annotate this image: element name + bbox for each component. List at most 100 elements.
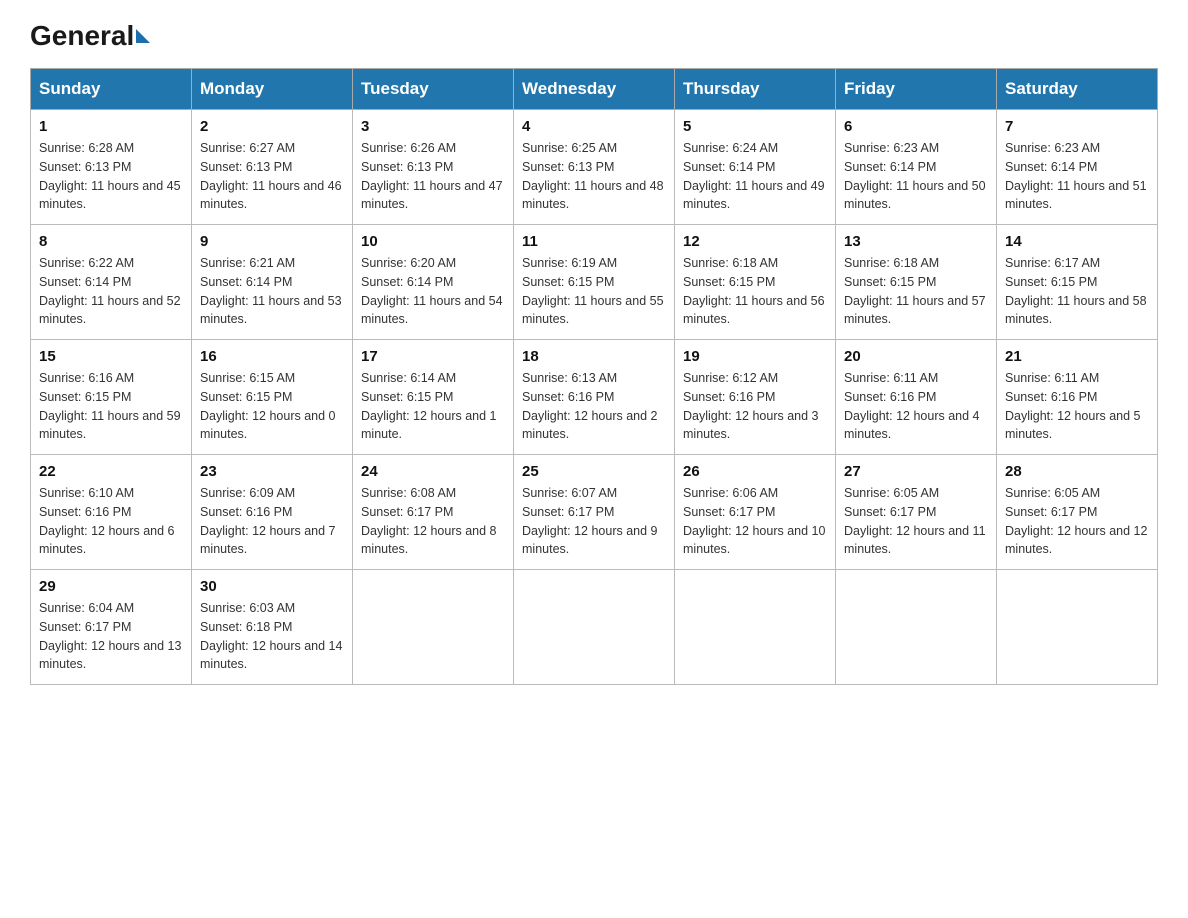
calendar-cell: 19 Sunrise: 6:12 AMSunset: 6:16 PMDayligh…: [675, 340, 836, 455]
calendar-cell: 17 Sunrise: 6:14 AMSunset: 6:15 PMDayligh…: [353, 340, 514, 455]
day-info: Sunrise: 6:28 AMSunset: 6:13 PMDaylight:…: [39, 139, 183, 214]
day-number: 28: [1005, 463, 1149, 480]
day-info: Sunrise: 6:24 AMSunset: 6:14 PMDaylight:…: [683, 139, 827, 214]
day-number: 18: [522, 348, 666, 365]
calendar-cell: [997, 570, 1158, 685]
day-number: 26: [683, 463, 827, 480]
day-info: Sunrise: 6:06 AMSunset: 6:17 PMDaylight:…: [683, 484, 827, 559]
day-info: Sunrise: 6:04 AMSunset: 6:17 PMDaylight:…: [39, 599, 183, 674]
day-number: 24: [361, 463, 505, 480]
header-wednesday: Wednesday: [514, 69, 675, 110]
calendar-cell: [514, 570, 675, 685]
day-info: Sunrise: 6:12 AMSunset: 6:16 PMDaylight:…: [683, 369, 827, 444]
day-number: 20: [844, 348, 988, 365]
day-info: Sunrise: 6:20 AMSunset: 6:14 PMDaylight:…: [361, 254, 505, 329]
day-number: 9: [200, 233, 344, 250]
calendar-cell: 22 Sunrise: 6:10 AMSunset: 6:16 PMDayligh…: [31, 455, 192, 570]
weekday-header-row: Sunday Monday Tuesday Wednesday Thursday…: [31, 69, 1158, 110]
calendar-week-row: 8 Sunrise: 6:22 AMSunset: 6:14 PMDaylight…: [31, 225, 1158, 340]
day-number: 6: [844, 118, 988, 135]
logo-general: General: [30, 20, 150, 52]
day-info: Sunrise: 6:03 AMSunset: 6:18 PMDaylight:…: [200, 599, 344, 674]
day-info: Sunrise: 6:11 AMSunset: 6:16 PMDaylight:…: [1005, 369, 1149, 444]
header-friday: Friday: [836, 69, 997, 110]
calendar-week-row: 1 Sunrise: 6:28 AMSunset: 6:13 PMDaylight…: [31, 110, 1158, 225]
day-info: Sunrise: 6:10 AMSunset: 6:16 PMDaylight:…: [39, 484, 183, 559]
day-info: Sunrise: 6:14 AMSunset: 6:15 PMDaylight:…: [361, 369, 505, 444]
calendar-table: Sunday Monday Tuesday Wednesday Thursday…: [30, 68, 1158, 685]
calendar-cell: [675, 570, 836, 685]
day-number: 16: [200, 348, 344, 365]
day-info: Sunrise: 6:23 AMSunset: 6:14 PMDaylight:…: [1005, 139, 1149, 214]
day-info: Sunrise: 6:21 AMSunset: 6:14 PMDaylight:…: [200, 254, 344, 329]
calendar-cell: 23 Sunrise: 6:09 AMSunset: 6:16 PMDayligh…: [192, 455, 353, 570]
day-info: Sunrise: 6:23 AMSunset: 6:14 PMDaylight:…: [844, 139, 988, 214]
calendar-cell: [836, 570, 997, 685]
calendar-cell: 12 Sunrise: 6:18 AMSunset: 6:15 PMDayligh…: [675, 225, 836, 340]
day-number: 1: [39, 118, 183, 135]
day-info: Sunrise: 6:11 AMSunset: 6:16 PMDaylight:…: [844, 369, 988, 444]
day-info: Sunrise: 6:13 AMSunset: 6:16 PMDaylight:…: [522, 369, 666, 444]
day-number: 2: [200, 118, 344, 135]
day-info: Sunrise: 6:15 AMSunset: 6:15 PMDaylight:…: [200, 369, 344, 444]
calendar-cell: 9 Sunrise: 6:21 AMSunset: 6:14 PMDaylight…: [192, 225, 353, 340]
day-number: 11: [522, 233, 666, 250]
calendar-cell: 7 Sunrise: 6:23 AMSunset: 6:14 PMDaylight…: [997, 110, 1158, 225]
calendar-cell: 11 Sunrise: 6:19 AMSunset: 6:15 PMDayligh…: [514, 225, 675, 340]
day-number: 10: [361, 233, 505, 250]
day-number: 12: [683, 233, 827, 250]
calendar-cell: 1 Sunrise: 6:28 AMSunset: 6:13 PMDaylight…: [31, 110, 192, 225]
day-info: Sunrise: 6:08 AMSunset: 6:17 PMDaylight:…: [361, 484, 505, 559]
day-number: 22: [39, 463, 183, 480]
day-number: 21: [1005, 348, 1149, 365]
calendar-cell: 26 Sunrise: 6:06 AMSunset: 6:17 PMDayligh…: [675, 455, 836, 570]
day-info: Sunrise: 6:26 AMSunset: 6:13 PMDaylight:…: [361, 139, 505, 214]
calendar-cell: 20 Sunrise: 6:11 AMSunset: 6:16 PMDayligh…: [836, 340, 997, 455]
calendar-cell: 15 Sunrise: 6:16 AMSunset: 6:15 PMDayligh…: [31, 340, 192, 455]
calendar-week-row: 15 Sunrise: 6:16 AMSunset: 6:15 PMDayligh…: [31, 340, 1158, 455]
calendar-cell: 8 Sunrise: 6:22 AMSunset: 6:14 PMDaylight…: [31, 225, 192, 340]
day-number: 23: [200, 463, 344, 480]
day-info: Sunrise: 6:16 AMSunset: 6:15 PMDaylight:…: [39, 369, 183, 444]
day-number: 8: [39, 233, 183, 250]
day-info: Sunrise: 6:19 AMSunset: 6:15 PMDaylight:…: [522, 254, 666, 329]
day-number: 7: [1005, 118, 1149, 135]
calendar-week-row: 29 Sunrise: 6:04 AMSunset: 6:17 PMDayligh…: [31, 570, 1158, 685]
calendar-cell: 27 Sunrise: 6:05 AMSunset: 6:17 PMDayligh…: [836, 455, 997, 570]
calendar-cell: [353, 570, 514, 685]
calendar-cell: 4Sunrise: 6:25 AMSunset: 6:13 PMDaylight…: [514, 110, 675, 225]
calendar-cell: 28Sunrise: 6:05 AMSunset: 6:17 PMDayligh…: [997, 455, 1158, 570]
calendar-cell: 5 Sunrise: 6:24 AMSunset: 6:14 PMDaylight…: [675, 110, 836, 225]
day-info: Sunrise: 6:22 AMSunset: 6:14 PMDaylight:…: [39, 254, 183, 329]
day-number: 29: [39, 578, 183, 595]
calendar-cell: 25Sunrise: 6:07 AMSunset: 6:17 PMDayligh…: [514, 455, 675, 570]
day-number: 15: [39, 348, 183, 365]
calendar-cell: 29 Sunrise: 6:04 AMSunset: 6:17 PMDayligh…: [31, 570, 192, 685]
header-monday: Monday: [192, 69, 353, 110]
calendar-cell: 21 Sunrise: 6:11 AMSunset: 6:16 PMDayligh…: [997, 340, 1158, 455]
day-info: Sunrise: 6:25 AMSunset: 6:13 PMDaylight:…: [522, 139, 666, 214]
day-number: 5: [683, 118, 827, 135]
day-number: 17: [361, 348, 505, 365]
calendar-cell: 14Sunrise: 6:17 AMSunset: 6:15 PMDayligh…: [997, 225, 1158, 340]
day-info: Sunrise: 6:18 AMSunset: 6:15 PMDaylight:…: [683, 254, 827, 329]
calendar-cell: 30 Sunrise: 6:03 AMSunset: 6:18 PMDayligh…: [192, 570, 353, 685]
calendar-cell: 13Sunrise: 6:18 AMSunset: 6:15 PMDayligh…: [836, 225, 997, 340]
day-number: 13: [844, 233, 988, 250]
calendar-cell: 2Sunrise: 6:27 AMSunset: 6:13 PMDaylight…: [192, 110, 353, 225]
header-tuesday: Tuesday: [353, 69, 514, 110]
calendar-cell: 3Sunrise: 6:26 AMSunset: 6:13 PMDaylight…: [353, 110, 514, 225]
header-saturday: Saturday: [997, 69, 1158, 110]
calendar-cell: 18 Sunrise: 6:13 AMSunset: 6:16 PMDayligh…: [514, 340, 675, 455]
logo: General: [30, 20, 150, 48]
header-thursday: Thursday: [675, 69, 836, 110]
day-number: 14: [1005, 233, 1149, 250]
day-info: Sunrise: 6:05 AMSunset: 6:17 PMDaylight:…: [844, 484, 988, 559]
day-number: 30: [200, 578, 344, 595]
page-header: General: [30, 20, 1158, 48]
day-number: 19: [683, 348, 827, 365]
calendar-week-row: 22 Sunrise: 6:10 AMSunset: 6:16 PMDayligh…: [31, 455, 1158, 570]
day-info: Sunrise: 6:09 AMSunset: 6:16 PMDaylight:…: [200, 484, 344, 559]
calendar-cell: 16 Sunrise: 6:15 AMSunset: 6:15 PMDayligh…: [192, 340, 353, 455]
day-number: 27: [844, 463, 988, 480]
